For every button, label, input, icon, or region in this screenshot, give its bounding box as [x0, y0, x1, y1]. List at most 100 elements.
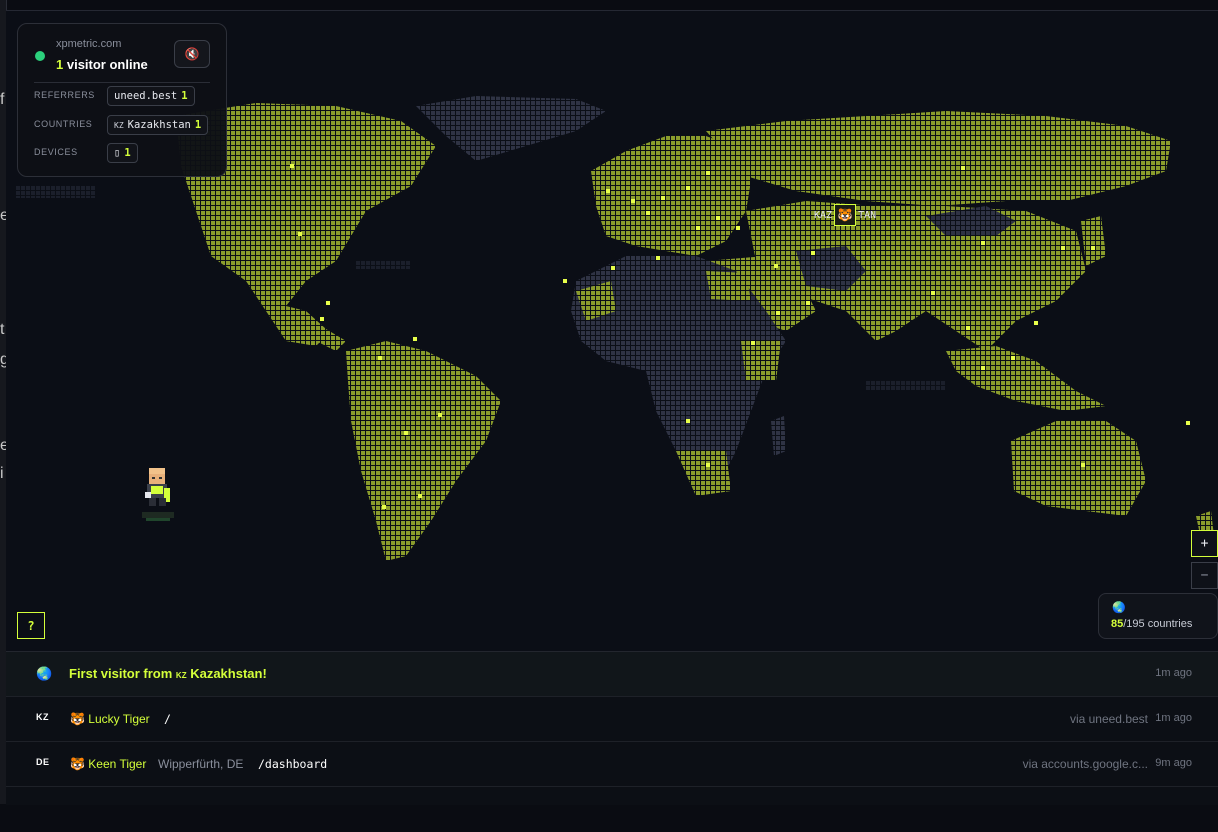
live-stats-panel: xpmetric.com 1 visitor online 🔇 REFERRER…	[17, 23, 227, 177]
live-status-dot	[35, 51, 45, 61]
visitors-online: 1 visitor online	[56, 57, 148, 72]
feed-row[interactable]: DE 🐯 Keen Tiger Wipperfürth, DE /dashboa…	[6, 742, 1218, 787]
mute-button[interactable]: 🔇	[174, 40, 210, 68]
landmass-faint	[16, 186, 96, 198]
visitor-marker	[631, 199, 635, 203]
time-ago: 9m ago	[1155, 757, 1192, 769]
page-path: /	[164, 712, 171, 726]
visitors-suffix: visitor online	[63, 57, 148, 72]
feed-row[interactable]: KZ 🐯 Lucky Tiger / via uneed.best 1m ago	[6, 697, 1218, 742]
first-visitor-country: Kazakhstan!	[186, 666, 267, 681]
country-chip[interactable]: KZ Kazakhstan 1	[107, 115, 209, 135]
first-visitor-prefix: First visitor from	[69, 666, 176, 681]
visitor-marker	[716, 216, 720, 220]
first-visitor-cc: KZ	[175, 671, 187, 680]
visitor-marker	[661, 196, 665, 200]
page-path: /dashboard	[258, 757, 328, 771]
tiger-icon: 🐯	[70, 712, 85, 726]
first-visitor-message: First visitor from KZ Kazakhstan!	[69, 666, 267, 681]
visitor-marker	[706, 171, 710, 175]
visitor-marker	[326, 301, 330, 305]
countries-total: /195 countries	[1123, 618, 1193, 630]
time-ago: 1m ago	[1155, 667, 1192, 679]
country-flag: KZ	[36, 712, 49, 722]
visitor-marker	[611, 266, 615, 270]
visitor-marker	[606, 189, 610, 193]
visitor-marker	[806, 301, 810, 305]
visitor-marker	[418, 494, 422, 498]
highlight-country-label[interactable]: KAZ 🐯 TAN	[814, 203, 876, 227]
visitor-marker	[1011, 356, 1015, 360]
zoom-in-button[interactable]: +	[1191, 530, 1218, 557]
visitor-marker	[404, 431, 408, 435]
visitor-marker	[774, 264, 778, 268]
site-domain: xpmetric.com	[56, 38, 122, 50]
south-america	[346, 341, 501, 561]
referrer-chip[interactable]: uneed.best 1	[107, 86, 195, 106]
visitor-marker	[1081, 463, 1085, 467]
mobile-device-icon: ▯	[114, 147, 121, 159]
visitor-marker	[320, 317, 324, 321]
sidebar-letter: i	[0, 465, 4, 482]
activity-feed: 🌏 First visitor from KZ Kazakhstan! 1m a…	[6, 651, 1218, 805]
visitor-marker	[811, 251, 815, 255]
country-code: KZ	[114, 120, 124, 130]
visitor-marker	[646, 211, 650, 215]
visitor-marker	[382, 505, 386, 509]
visitor-name[interactable]: 🐯 Keen Tiger	[70, 757, 146, 771]
africa-visited-east	[741, 341, 781, 381]
visitor-marker	[378, 356, 382, 360]
countries-progress: 🌏 85/195 countries	[1098, 593, 1218, 639]
referrer-name: uneed.best	[114, 90, 178, 102]
visitor-name-label: Lucky Tiger	[88, 712, 150, 726]
divider	[34, 82, 210, 83]
device-count: 1	[124, 147, 131, 159]
africa-visited-south	[676, 451, 731, 496]
referrer-count: 1	[181, 90, 188, 102]
highlight-label-left: KAZ	[814, 209, 833, 221]
countries-label: COUNTRIES	[34, 119, 93, 129]
visitor-marker	[438, 413, 442, 417]
referrers-label: REFERRERS	[34, 90, 95, 100]
visitor-marker	[1034, 321, 1038, 325]
visitor-marker	[961, 166, 965, 170]
devices-label: DEVICES	[34, 147, 78, 157]
mute-icon: 🔇	[184, 47, 200, 61]
visitor-marker	[706, 463, 710, 467]
visitor-marker	[981, 241, 985, 245]
visitor-marker	[298, 232, 302, 236]
referrer-via: via uneed.best	[1069, 712, 1148, 726]
madagascar	[771, 416, 786, 456]
highlight-label-right: TAN	[858, 209, 877, 221]
country-name: Kazakhstan	[127, 119, 191, 131]
visitor-marker	[751, 341, 755, 345]
visitor-marker	[563, 279, 567, 283]
country-count: 1	[194, 119, 202, 131]
visitor-marker	[931, 291, 935, 295]
australia	[1011, 421, 1146, 516]
visitor-marker	[736, 226, 740, 230]
visitor-marker	[290, 164, 294, 168]
zoom-out-button[interactable]: −	[1191, 562, 1218, 589]
referrer-via: via accounts.google.c...	[1022, 757, 1148, 771]
visitor-marker	[413, 337, 417, 341]
visitor-marker	[1061, 246, 1065, 250]
visitor-marker	[1091, 246, 1095, 250]
visitor-marker	[686, 186, 690, 190]
sidebar-letter: t	[0, 321, 5, 338]
device-chip[interactable]: ▯ 1	[107, 143, 138, 163]
feed-row-partial[interactable]	[6, 787, 1218, 832]
time-ago: 1m ago	[1155, 712, 1192, 724]
visitor-marker	[1186, 421, 1190, 425]
sidebar-letter: f	[0, 91, 5, 108]
country-flag: DE	[36, 757, 50, 767]
visitor-marker	[981, 366, 985, 370]
first-visitor-banner: 🌏 First visitor from KZ Kazakhstan! 1m a…	[6, 652, 1218, 697]
southeast-asia	[946, 346, 1106, 411]
visitor-name[interactable]: 🐯 Lucky Tiger	[70, 712, 150, 726]
help-button[interactable]: ?	[17, 612, 45, 639]
pixel-character-avatar[interactable]	[140, 466, 176, 524]
countries-count: 85/195 countries	[1111, 618, 1192, 630]
globe-icon: 🌏	[36, 666, 53, 681]
visitor-marker	[776, 311, 780, 315]
